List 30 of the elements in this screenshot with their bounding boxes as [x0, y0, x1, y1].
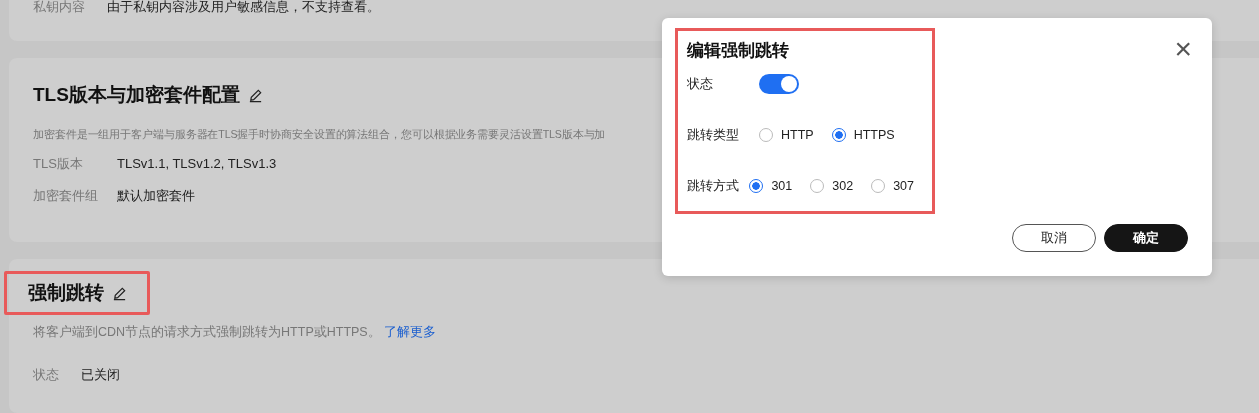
edit-icon[interactable] [112, 285, 127, 301]
form-label: 跳转方式 [687, 177, 740, 195]
radio-label: 301 [771, 179, 793, 193]
field-value: 默认加密套件 [117, 187, 195, 206]
edit-icon[interactable] [247, 87, 263, 103]
radio-button[interactable] [831, 128, 846, 142]
radio-label: 302 [832, 179, 854, 193]
field-value: 由于私钥内容涉及用户敏感信息，不支持查看。 [107, 0, 380, 16]
dialog-title: 编辑强制跳转 [687, 40, 790, 62]
field-value: TLSv1.1, TLSv1.2, TLSv1.3 [117, 155, 277, 174]
confirm-button[interactable]: 确定 [1104, 224, 1188, 252]
field-label: 加密套件组 [33, 187, 99, 206]
field-label: 状态 [33, 366, 60, 385]
toggle-switch[interactable] [759, 74, 799, 94]
section-description: 将客户端到CDN节点的请求方式强制跳转为HTTP或HTTPS。 [33, 325, 381, 340]
close-button[interactable]: × [1174, 36, 1192, 62]
section-description: 加密套件是一组用于客户端与服务器在TLS握手时协商安全设置的算法组合，您可以根据业务需要灵活设置TLS版本与加 [33, 128, 606, 143]
cancel-button[interactable]: 取消 [1012, 224, 1096, 252]
form-label: 状态 [687, 75, 714, 93]
radio-label: 307 [893, 179, 914, 193]
section-title: 强制跳转 [28, 281, 104, 306]
radio-label: HTTPS [853, 128, 895, 142]
section-title: TLS版本与加密套件配置 [33, 83, 240, 108]
form-label: 跳转类型 [687, 126, 740, 144]
field-value: 已关闭 [81, 366, 120, 385]
field-label: 私钥内容 [33, 0, 86, 16]
radio-label: HTTP [781, 128, 814, 142]
learn-more-link[interactable]: 了解更多 [384, 325, 437, 340]
field-label: TLS版本 [33, 155, 84, 174]
radio-button[interactable] [749, 179, 764, 193]
